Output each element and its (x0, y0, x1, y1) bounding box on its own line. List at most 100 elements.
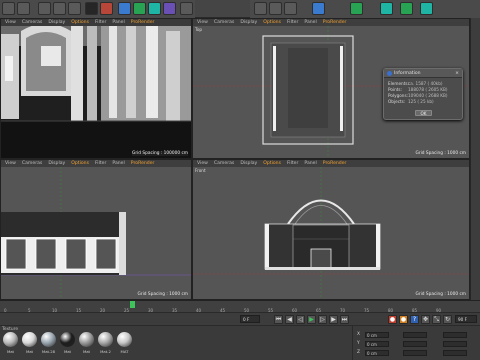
material-swatch[interactable]: Mat (21, 332, 38, 360)
menu-display[interactable]: Display (240, 161, 257, 166)
playhead-marker[interactable] (130, 301, 135, 308)
menu-filter[interactable]: Filter (287, 161, 298, 166)
previous-key-icon[interactable]: ◀ (285, 315, 294, 324)
edges-mode-icon[interactable] (269, 2, 282, 15)
menu-options[interactable]: Options (71, 20, 89, 25)
material-swatch[interactable]: Mat.28 (40, 332, 57, 360)
step-forward-icon[interactable]: ▷ (318, 315, 327, 324)
rotation-key-icon[interactable]: ↻ (443, 315, 452, 324)
coord-y-field[interactable]: 0 cm (365, 341, 389, 347)
scale-icon[interactable] (53, 2, 66, 15)
move-icon[interactable] (38, 2, 51, 15)
coord-axis-label: Y (357, 341, 360, 346)
menu-cameras[interactable]: Cameras (214, 161, 234, 166)
menu-options[interactable]: Options (71, 161, 89, 166)
workplane-icon[interactable] (350, 2, 363, 15)
rotation-h-field[interactable] (443, 332, 467, 338)
material-swatch[interactable]: Mat.2 (97, 332, 114, 360)
menu-filter[interactable]: Filter (95, 161, 106, 166)
menu-prorender[interactable]: ProRender (323, 20, 347, 25)
viewport-menu: View Cameras Display Options Filter Pane… (1, 19, 191, 26)
snap-icon[interactable] (312, 2, 325, 15)
render-view-icon[interactable] (100, 2, 113, 15)
scale-key-icon[interactable]: ⤡ (432, 315, 441, 324)
menu-display[interactable]: Display (48, 20, 65, 25)
menu-view[interactable]: View (5, 161, 16, 166)
record-icon[interactable]: ● (388, 315, 397, 324)
menu-panel[interactable]: Panel (112, 20, 124, 25)
menu-prorender[interactable]: ProRender (131, 20, 155, 25)
menu-cameras[interactable]: Cameras (214, 20, 234, 25)
grid-spacing-label: Grid Spacing : 1000 cm (137, 292, 188, 297)
menu-display[interactable]: Display (48, 161, 65, 166)
step-back-icon[interactable]: ◁ (296, 315, 305, 324)
menu-prorender[interactable]: ProRender (323, 161, 347, 166)
menu-filter[interactable]: Filter (287, 20, 298, 25)
frame-start-field[interactable]: 0 F (240, 315, 260, 323)
menu-options[interactable]: Options (263, 20, 281, 25)
cube-icon[interactable] (118, 2, 131, 15)
go-to-start-icon[interactable]: ⏮ (274, 315, 283, 324)
redo-icon[interactable] (17, 2, 30, 15)
coord-axis-label: X (357, 332, 361, 337)
deformer-icon[interactable] (163, 2, 176, 15)
material-swatch[interactable]: Mat (59, 332, 76, 360)
go-to-end-icon[interactable]: ⏭ (340, 315, 349, 324)
size-x-field[interactable] (403, 332, 427, 338)
viewport-perspective[interactable]: View Cameras Display Options Filter Pane… (0, 18, 192, 159)
undo-icon[interactable] (2, 2, 15, 15)
material-label: Mat.2 (100, 349, 111, 354)
dialog-title: Information (394, 70, 421, 76)
coord-x-field[interactable]: 0 cm (365, 332, 389, 338)
menu-filter[interactable]: Filter (95, 20, 106, 25)
material-preview (79, 332, 94, 347)
menu-view[interactable]: View (197, 20, 208, 25)
autokey-icon[interactable]: ● (399, 315, 408, 324)
render-region-icon[interactable] (85, 2, 98, 15)
menu-view[interactable]: View (197, 161, 208, 166)
material-swatch[interactable]: Mat (78, 332, 95, 360)
timeline-ruler[interactable]: 0 5 10 15 20 25 30 35 40 45 50 55 60 65 … (0, 300, 480, 313)
material-swatch[interactable]: Mat (2, 332, 19, 360)
material-label: Mat (63, 349, 72, 354)
menu-panel[interactable]: Panel (304, 20, 316, 25)
menu-prorender[interactable]: ProRender (131, 161, 155, 166)
axis-icon[interactable] (380, 2, 393, 15)
grid-spacing-label: Grid Spacing : 1000 cm (415, 151, 466, 156)
menu-panel[interactable]: Panel (304, 161, 316, 166)
size-y-field[interactable] (403, 341, 427, 347)
viewport-right-gutter (470, 18, 480, 300)
polygons-mode-icon[interactable] (284, 2, 297, 15)
ok-button[interactable]: OK (415, 110, 432, 116)
viewport-front[interactable]: View Cameras Display Options Filter Pane… (192, 159, 470, 300)
menu-options[interactable]: Options (263, 161, 281, 166)
viewport-menu: View Cameras Display Options Filter Pane… (193, 160, 469, 167)
menu-cameras[interactable]: Cameras (22, 20, 42, 25)
material-swatch[interactable]: MAT (116, 332, 133, 360)
position-key-icon[interactable]: ✥ (421, 315, 430, 324)
play-icon[interactable]: ▶ (307, 315, 316, 324)
close-icon[interactable]: × (455, 71, 459, 76)
menu-panel[interactable]: Panel (112, 161, 124, 166)
menu-cameras[interactable]: Cameras (22, 161, 42, 166)
menu-display[interactable]: Display (240, 20, 257, 25)
next-key-icon[interactable]: ▶ (329, 315, 338, 324)
current-frame-field[interactable]: 90 F (455, 315, 477, 323)
lock-icon[interactable] (420, 2, 433, 15)
spline-icon[interactable] (133, 2, 146, 15)
keyframe-selection-icon[interactable]: ? (410, 315, 419, 324)
points-mode-icon[interactable] (254, 2, 267, 15)
coord-z-field[interactable]: 0 cm (365, 350, 389, 356)
coord-axis-label: Z (357, 350, 361, 355)
solo-icon[interactable] (400, 2, 413, 15)
rotation-p-field[interactable] (443, 341, 467, 347)
size-z-field[interactable] (403, 350, 427, 356)
material-manager: Texture Mat Mat Mat.28 Mat Mat Mat.2 MAT (0, 325, 352, 360)
viewport-right[interactable]: View Cameras Display Options Filter Pane… (0, 159, 192, 300)
rotate-icon[interactable] (68, 2, 81, 15)
camera-icon[interactable] (180, 2, 193, 15)
rotation-b-field[interactable] (443, 350, 467, 356)
nurbs-icon[interactable] (148, 2, 161, 15)
menu-view[interactable]: View (5, 20, 16, 25)
transport-bar: 0 F ⏮ ◀ ◁ ▶ ▷ ▶ ⏭ ● ● ? ✥ ⤡ ↻ 90 F (0, 312, 480, 325)
